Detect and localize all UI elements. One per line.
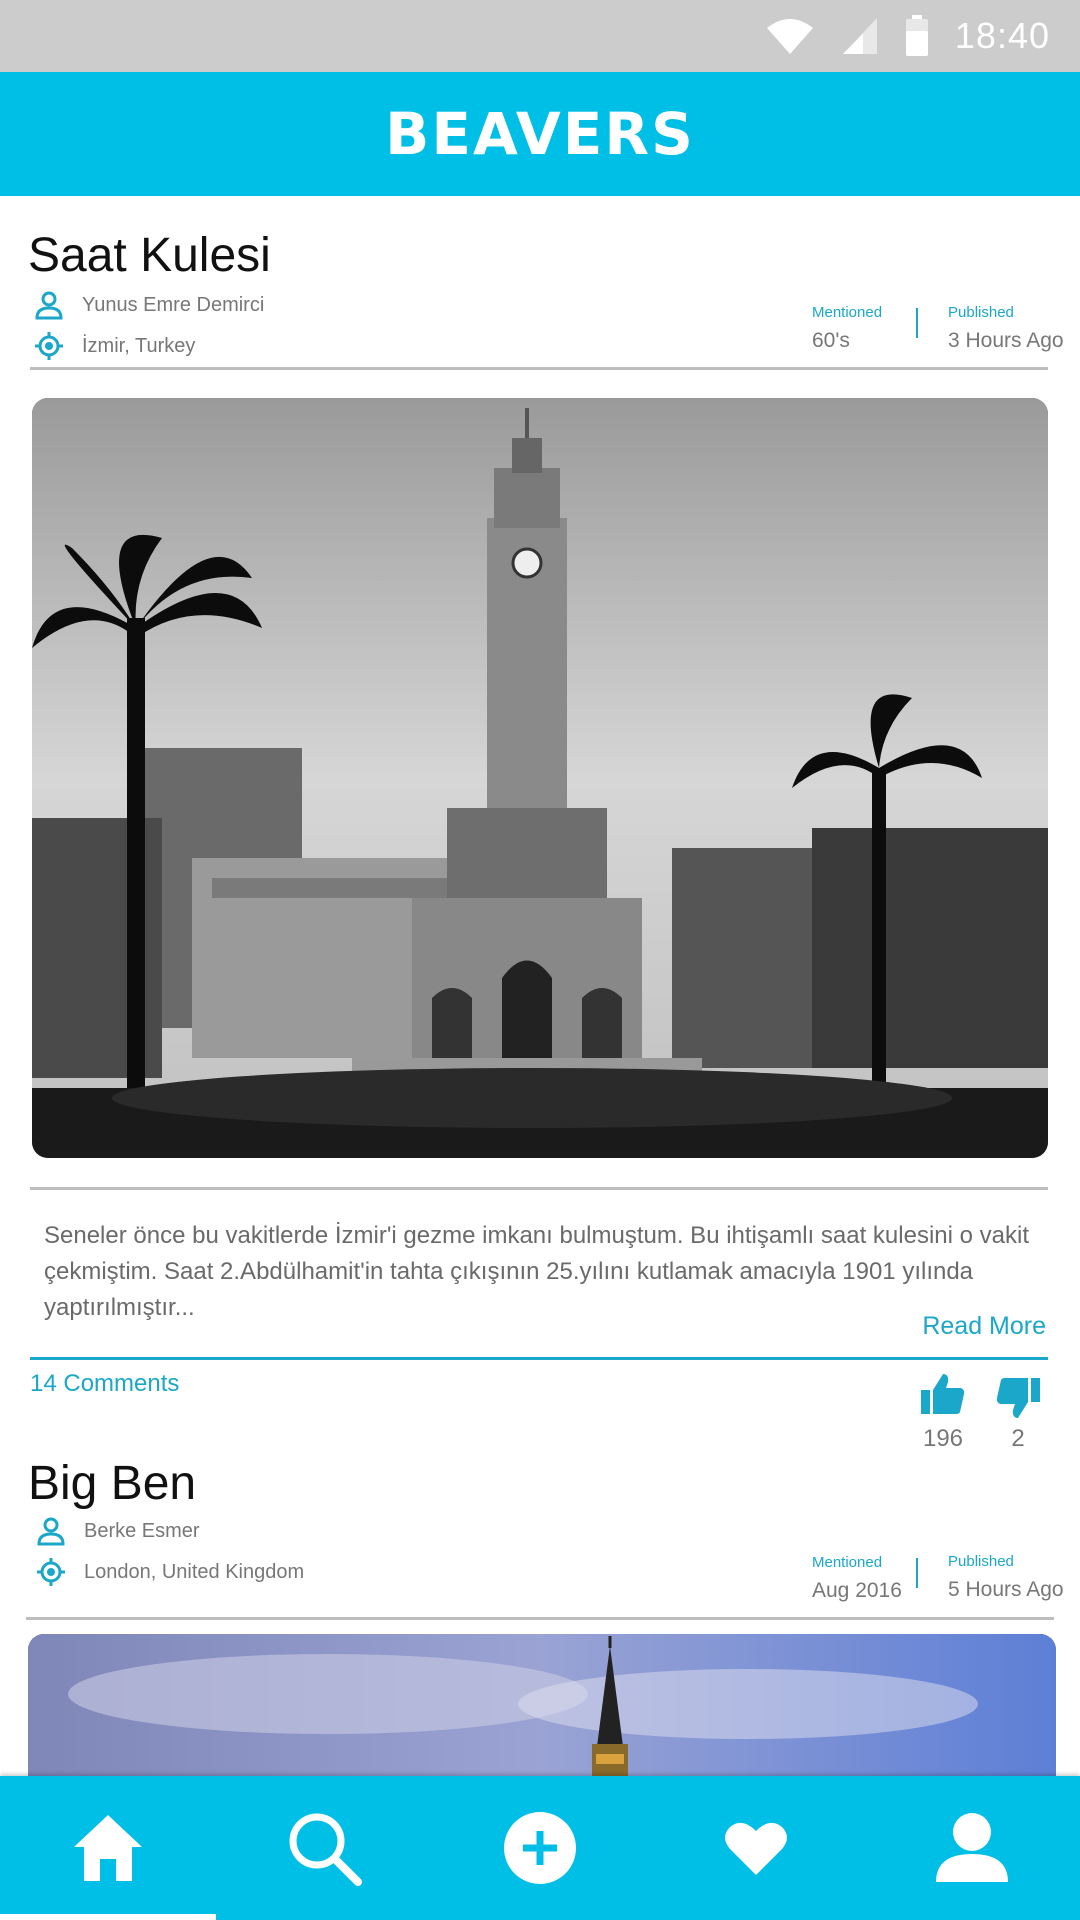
nav-add[interactable] [432,1776,648,1920]
thumbs-up-icon [921,1374,965,1414]
status-bar: 18:40 [0,0,1080,72]
nav-favorites[interactable] [648,1776,864,1920]
post-photo[interactable] [32,398,1048,1158]
location-name: London, United Kingdom [84,1560,305,1583]
stat-divider [916,1558,918,1588]
like-count: 196 [922,1425,964,1452]
home-icon [74,1815,142,1881]
published-label: Published [948,1553,1014,1570]
published-value: 3 Hours Ago [948,329,1064,352]
excerpt-line: Seneler önce bu vakitlerde İzmir'i gezme… [44,1222,1029,1249]
search-icon [289,1813,362,1886]
mentioned-label: Mentioned [812,304,883,321]
author-row[interactable]: Yunus Emre Demirci [34,290,264,320]
comments-link[interactable]: 14 Comments [30,1370,179,1398]
mentioned-value: 60's [812,329,850,352]
post-excerpt: Seneler önce bu vakitlerde İzmir'i gezme… [44,1218,1044,1326]
location-row[interactable]: İzmir, Turkey [34,331,195,361]
mentioned-label: Mentioned [812,1554,883,1571]
published-label: Published [948,304,1014,321]
nav-search[interactable] [216,1776,432,1920]
big-ben-photo [28,1634,1056,1776]
location-icon [35,332,63,360]
location-name: İzmir, Turkey [82,334,196,357]
status-time: 18:40 [954,15,1050,56]
thumbs-down-icon [996,1378,1040,1418]
app-bar: BEAVERS [0,72,1080,196]
excerpt-line: çekmiştim. Saat 2.Abdülhamit'in tahta çı… [44,1258,974,1321]
divider [30,1187,1048,1190]
dislike-count: 2 [1011,1425,1025,1452]
author-row[interactable]: Berke Esmer [36,1516,200,1546]
location-row[interactable]: London, United Kingdom [36,1557,304,1587]
mentioned-value: Aug 2016 [812,1579,902,1602]
person-icon [37,1517,65,1546]
profile-icon [936,1813,1008,1882]
post-photo[interactable] [28,1634,1056,1776]
divider [30,1357,1048,1360]
active-tab-indicator [0,1914,216,1920]
read-more-link[interactable]: Read More [922,1312,1046,1341]
published-stat: Published 3 Hours Ago [948,304,1064,353]
divider [26,1617,1054,1620]
published-value: 5 Hours Ago [948,1578,1064,1601]
mentioned-stat: Mentioned Aug 2016 [812,1554,902,1603]
heart-icon [725,1822,787,1875]
battery-icon [905,15,928,56]
wifi-icon [766,19,813,54]
bottom-nav [0,1776,1080,1920]
person-icon [35,291,63,320]
post-title[interactable]: Saat Kulesi [28,228,271,283]
like-button[interactable]: 196 [918,1374,968,1453]
published-stat: Published 5 Hours Ago [948,1553,1064,1602]
nav-home[interactable] [0,1776,216,1920]
dislike-button[interactable]: 2 [996,1378,1040,1453]
stat-divider [916,308,918,338]
location-icon [37,1558,65,1586]
mentioned-stat: Mentioned 60's [812,304,882,353]
post-feed[interactable]: Saat Kulesi Yunus Emre Demirci İzmir, Tu… [0,196,1080,1776]
divider [30,367,1048,370]
author-name: Berke Esmer [84,1519,200,1542]
app-title: BEAVERS [385,100,695,168]
nav-profile[interactable] [864,1776,1080,1920]
add-icon [504,1812,576,1884]
signal-icon [842,18,877,54]
author-name: Yunus Emre Demirci [82,293,265,316]
clock-tower-photo [32,398,1048,1158]
post-title[interactable]: Big Ben [28,1456,196,1511]
